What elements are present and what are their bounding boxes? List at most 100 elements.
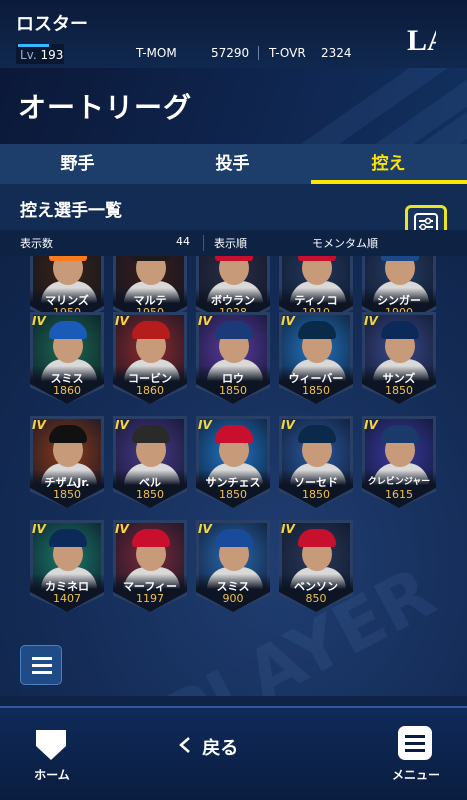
player-card[interactable]: IV チザムJr. 1850: [30, 416, 104, 508]
player-card[interactable]: IV ベンソン 850: [279, 520, 353, 612]
tovr-label: T-OVR: [269, 46, 306, 60]
home-label[interactable]: ホーム: [26, 766, 78, 783]
player-card[interactable]: IV マーフィー 1197: [113, 520, 187, 612]
player-grid: PLAYER マリンズ1950マルテ1950ボウラン1928ティノコ1910シン…: [0, 256, 467, 696]
iv-badge: IV: [281, 522, 295, 536]
menu-icon[interactable]: [398, 726, 432, 760]
hero-banner: オートリーグ: [0, 68, 467, 144]
player-cap: [49, 256, 87, 261]
back-button[interactable]: 戻る: [178, 734, 238, 760]
player-card[interactable]: IV ウィーバー 1850: [279, 312, 353, 404]
tmom-value: 57290: [211, 46, 250, 60]
page-title: ロスター: [16, 14, 88, 35]
section-title: 控え選手一覧: [20, 201, 122, 221]
sort-label: 表示順: [214, 237, 247, 250]
menu-icon-line: [405, 749, 425, 752]
player-card[interactable]: IV ロウ 1850: [196, 312, 270, 404]
iv-badge: IV: [32, 314, 46, 328]
player-cap: [132, 425, 170, 443]
menu-label[interactable]: メニュー: [386, 766, 446, 783]
menu-line: [32, 657, 52, 660]
iv-badge: IV: [115, 418, 129, 432]
player-cap: [298, 425, 336, 443]
player-card[interactable]: IV スミス 1860: [30, 312, 104, 404]
iv-badge: IV: [364, 418, 378, 432]
player-cap: [381, 425, 419, 443]
tab-bar: 野手 投手 控え: [0, 144, 467, 184]
player-cap: [381, 321, 419, 339]
iv-badge: IV: [32, 418, 46, 432]
player-rating: 1860: [136, 384, 164, 397]
menu-line: [32, 664, 52, 667]
sort-value[interactable]: モメンタム順: [312, 235, 378, 251]
filter-bar: 表示数 44 表示順 モメンタム順: [0, 230, 467, 256]
player-rating: 1850: [219, 488, 247, 501]
tab-reserves[interactable]: 控え: [311, 144, 466, 184]
menu-icon-line: [405, 735, 425, 738]
tovr-value: 2324: [321, 46, 352, 60]
chevron-left-icon: [179, 737, 190, 753]
iv-badge: IV: [281, 418, 295, 432]
list-menu-button[interactable]: [20, 645, 62, 685]
filter-divider: [203, 235, 204, 251]
tab-fielders[interactable]: 野手: [0, 144, 155, 184]
bottom-nav: ホーム 戻る メニュー: [0, 706, 467, 800]
player-rating: 1850: [136, 488, 164, 501]
count-value[interactable]: 44: [176, 235, 190, 248]
player-card[interactable]: IV クレビンジャー 1615: [362, 416, 436, 508]
top-bar: ロスター Lv. 193 T-MOM 57290 T-OVR 2324 LA: [0, 0, 467, 68]
player-card[interactable]: IV スミス 900: [196, 520, 270, 612]
player-rating: 1850: [302, 488, 330, 501]
player-rating: 1860: [53, 384, 81, 397]
iv-badge: IV: [32, 522, 46, 536]
count-label: 表示数: [20, 237, 53, 250]
back-label: 戻る: [202, 738, 239, 759]
player-rating: 850: [305, 592, 327, 605]
player-rating: 1407: [53, 592, 81, 605]
player-cap: [215, 529, 253, 547]
player-rating: 1850: [53, 488, 81, 501]
hero-title: オートリーグ: [18, 91, 193, 124]
player-cap: [215, 321, 253, 339]
iv-badge: IV: [115, 314, 129, 328]
iv-badge: IV: [364, 314, 378, 328]
player-cap: [215, 256, 253, 261]
player-name: クレビンジャー: [367, 477, 431, 487]
player-cap: [298, 321, 336, 339]
player-rating: 900: [222, 592, 244, 605]
player-cap: [381, 256, 419, 261]
section-header: 控え選手一覧: [0, 184, 467, 230]
tab-pitchers[interactable]: 投手: [155, 144, 310, 184]
menu-line: [32, 671, 52, 674]
player-rating: 1850: [219, 384, 247, 397]
iv-badge: IV: [198, 522, 212, 536]
player-card[interactable]: IV コービン 1860: [113, 312, 187, 404]
player-rating: 1850: [385, 384, 413, 397]
team-logo-text: LA: [407, 24, 436, 56]
iv-badge: IV: [115, 522, 129, 536]
home-plate-icon[interactable]: [34, 728, 68, 762]
player-card[interactable]: IV サンチェス 1850: [196, 416, 270, 508]
tmom-label: T-MOM: [136, 46, 177, 60]
player-rating: 1615: [385, 488, 413, 501]
player-cap: [49, 529, 87, 547]
player-card[interactable]: IV ソーセド 1850: [279, 416, 353, 508]
menu-icon-line: [405, 742, 425, 745]
player-card[interactable]: IV カミネロ 1407: [30, 520, 104, 612]
iv-badge: IV: [281, 314, 295, 328]
player-cap: [215, 425, 253, 443]
player-card[interactable]: IV ベル 1850: [113, 416, 187, 508]
player-cap: [132, 529, 170, 547]
player-cap: [132, 321, 170, 339]
stats-divider: [258, 46, 259, 60]
player-rating: 1850: [302, 384, 330, 397]
player-cap: [298, 529, 336, 547]
team-stats: T-MOM 57290 T-OVR 2324: [0, 42, 390, 64]
team-logo-icon: LA: [407, 24, 436, 56]
iv-badge: IV: [198, 314, 212, 328]
player-cap: [132, 256, 170, 261]
player-cap: [49, 321, 87, 339]
iv-badge: IV: [198, 418, 212, 432]
player-card[interactable]: IV サンズ 1850: [362, 312, 436, 404]
player-cap: [49, 425, 87, 443]
